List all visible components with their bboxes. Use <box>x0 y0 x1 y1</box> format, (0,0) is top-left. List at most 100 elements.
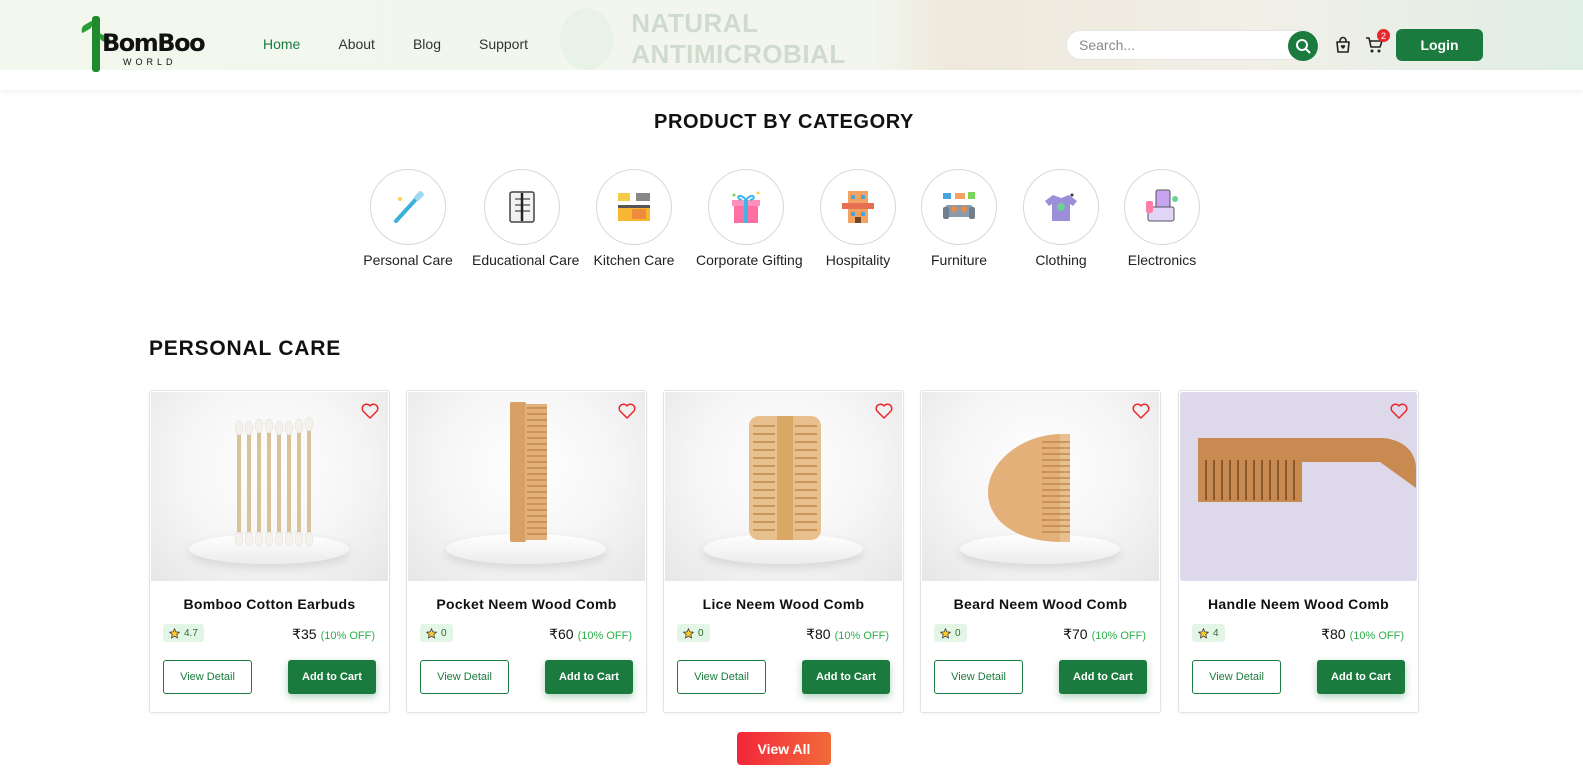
view-detail-button[interactable]: View Detail <box>934 660 1023 694</box>
price-value: ₹60 <box>549 626 574 642</box>
category-label: Kitchen Care <box>593 252 675 268</box>
rating-value: 0 <box>955 627 961 639</box>
category-furniture[interactable]: Furniture <box>909 169 1009 268</box>
heart-icon[interactable] <box>874 401 894 421</box>
add-to-cart-button[interactable]: Add to Cart <box>545 660 633 694</box>
hotel-icon <box>842 191 874 223</box>
heart-icon[interactable] <box>360 401 380 421</box>
search-button[interactable] <box>1288 31 1318 61</box>
search-input[interactable] <box>1079 37 1279 53</box>
category-educational-care[interactable]: Educational Care <box>472 169 579 268</box>
rating-value: 4.7 <box>184 627 198 639</box>
product-image[interactable] <box>151 392 388 581</box>
heart-icon[interactable] <box>1389 401 1409 421</box>
rating-badge: 0 <box>420 624 453 642</box>
category-clothing[interactable]: Clothing <box>1011 169 1111 268</box>
cotton-earbuds-image <box>234 416 314 547</box>
product-image[interactable] <box>665 392 902 581</box>
discount-label: (10% OFF) <box>577 630 632 642</box>
bamboo-stalk-icon <box>92 16 100 72</box>
notebook-pen-icon <box>509 191 535 223</box>
heart-bag-icon <box>1336 36 1350 53</box>
price-value: ₹35 <box>292 626 317 642</box>
kitchen-icon <box>618 193 650 221</box>
devices-icon <box>1146 189 1178 222</box>
product-card[interactable]: Handle Neem Wood Comb 4 ₹80 (10% OFF) Vie… <box>1178 390 1419 713</box>
category-personal-care[interactable]: Personal Care <box>358 169 458 268</box>
category-kitchen-care[interactable]: Kitchen Care <box>584 169 684 268</box>
product-name: Beard Neem Wood Comb <box>953 596 1128 612</box>
product-card[interactable]: Lice Neem Wood Comb 0 ₹80 (10% OFF) View … <box>663 390 904 713</box>
main-nav: Home About Blog Support <box>263 36 566 52</box>
nav-about[interactable]: About <box>338 36 375 52</box>
wishlist-bag-button[interactable] <box>1333 35 1353 55</box>
add-to-cart-button[interactable]: Add to Cart <box>288 660 376 694</box>
category-circle <box>1023 169 1099 245</box>
category-label: Furniture <box>930 252 988 268</box>
category-circle <box>1124 169 1200 245</box>
nav-home[interactable]: Home <box>263 36 300 52</box>
product-price: ₹60 (10% OFF) <box>549 626 632 643</box>
discount-label: (10% OFF) <box>1349 630 1404 642</box>
rating-value: 4 <box>1213 627 1219 639</box>
toothbrush-icon <box>394 191 424 223</box>
view-detail-button[interactable]: View Detail <box>1192 660 1281 694</box>
price-value: ₹70 <box>1063 626 1088 642</box>
banner-leaf-badge <box>560 8 614 70</box>
heart-icon[interactable] <box>617 401 637 421</box>
handle-comb-image <box>1198 438 1416 502</box>
product-image[interactable] <box>408 392 645 581</box>
category-circle <box>708 169 784 245</box>
category-electronics[interactable]: Electronics <box>1112 169 1212 268</box>
price-value: ₹80 <box>806 626 831 642</box>
nav-support[interactable]: Support <box>479 36 528 52</box>
product-name: Lice Neem Wood Comb <box>702 596 865 612</box>
discount-label: (10% OFF) <box>1091 630 1146 642</box>
product-price: ₹70 (10% OFF) <box>1063 626 1146 643</box>
category-hospitality[interactable]: Hospitality <box>808 169 908 268</box>
add-to-cart-button[interactable]: Add to Cart <box>1059 660 1147 694</box>
logo[interactable]: BomBoo WORLD <box>78 16 206 74</box>
rating-badge: 4.7 <box>163 624 204 642</box>
product-card[interactable]: Pocket Neem Wood Comb 0 ₹60 (10% OFF) Vie… <box>406 390 647 713</box>
search-bar <box>1066 30 1320 60</box>
product-card[interactable]: Bomboo Cotton Earbuds 4.7 ₹35 (10% OFF) V… <box>149 390 390 713</box>
category-circle <box>370 169 446 245</box>
category-section-title: PRODUCT BY CATEGORY <box>654 111 914 133</box>
product-image[interactable] <box>1180 392 1417 581</box>
product-card[interactable]: Beard Neem Wood Comb 0 ₹70 (10% OFF) View… <box>920 390 1161 713</box>
product-price: ₹35 (10% OFF) <box>292 626 375 643</box>
nav-blog[interactable]: Blog <box>413 36 441 52</box>
site-header: NATURAL ANTIMICROBIAL BomBoo WORLD Home … <box>0 0 1583 90</box>
lice-comb-image <box>749 416 821 540</box>
category-circle <box>596 169 672 245</box>
category-label: Clothing <box>1035 252 1087 268</box>
star-icon <box>169 627 180 639</box>
banner-ghost-text: NATURAL ANTIMICROBIAL <box>631 8 846 69</box>
view-detail-button[interactable]: View Detail <box>677 660 766 694</box>
category-corporate-gifting[interactable]: Corporate Gifting <box>696 169 803 268</box>
price-value: ₹80 <box>1321 626 1346 642</box>
category-circle <box>921 169 997 245</box>
logo-subtext: WORLD <box>123 57 177 67</box>
shirt-icon <box>1045 193 1077 221</box>
login-button[interactable]: Login <box>1396 29 1483 61</box>
category-label: Personal Care <box>363 252 453 268</box>
product-name: Pocket Neem Wood Comb <box>436 596 617 612</box>
gift-icon <box>732 191 760 223</box>
category-label: Electronics <box>1127 252 1197 268</box>
sofa-icon <box>943 192 975 219</box>
heart-icon[interactable] <box>1131 401 1151 421</box>
view-detail-button[interactable]: View Detail <box>420 660 509 694</box>
add-to-cart-button[interactable]: Add to Cart <box>1317 660 1405 694</box>
add-to-cart-button[interactable]: Add to Cart <box>802 660 890 694</box>
view-all-button[interactable]: View All <box>737 732 831 765</box>
rating-badge: 0 <box>934 624 967 642</box>
cart-count-badge: 2 <box>1377 29 1390 42</box>
view-detail-button[interactable]: View Detail <box>163 660 252 694</box>
discount-label: (10% OFF) <box>320 630 375 642</box>
pocket-comb-image <box>510 402 547 542</box>
discount-label: (10% OFF) <box>834 630 889 642</box>
product-image[interactable] <box>922 392 1159 581</box>
rating-badge: 0 <box>677 624 710 642</box>
